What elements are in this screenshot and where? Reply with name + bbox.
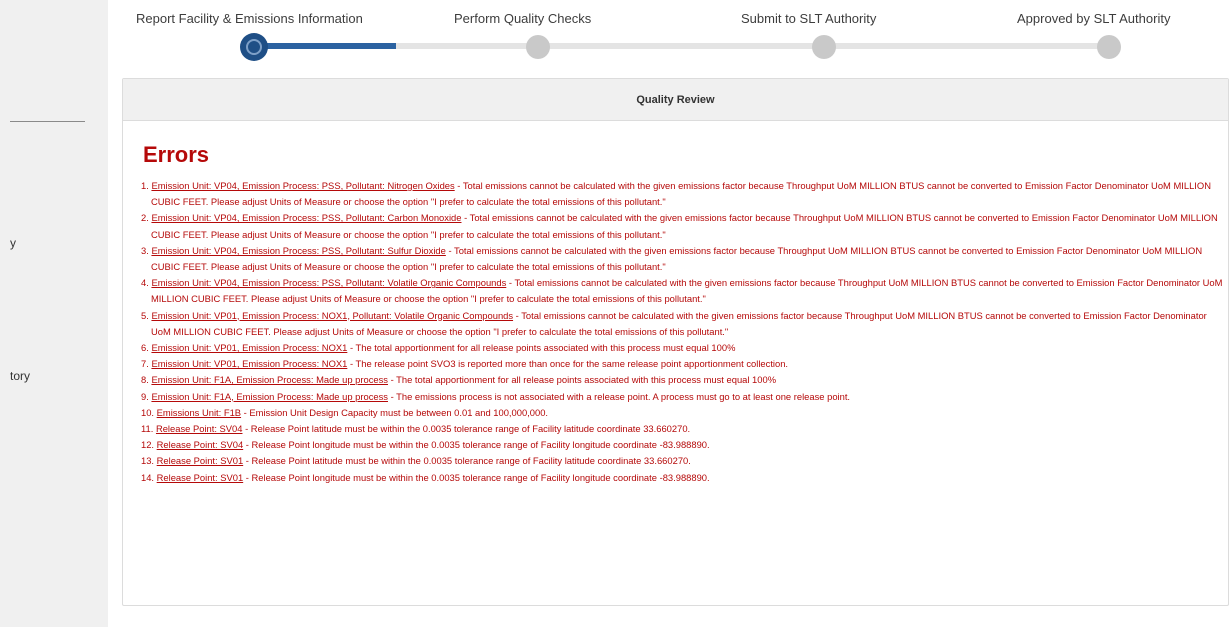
step-dot-quality-checks[interactable] <box>526 35 550 59</box>
list-item: 14. Release Point: SV01 - Release Point … <box>141 470 1223 486</box>
error-number: 9. <box>141 390 149 402</box>
error-link[interactable]: Emission Unit: VP04, Emission Process: P… <box>151 277 506 288</box>
list-item: 13. Release Point: SV01 - Release Point … <box>141 453 1223 469</box>
error-link[interactable]: Emissions Unit: F1B <box>157 407 241 418</box>
errors-heading: Errors <box>143 142 210 167</box>
error-number: 2. <box>141 212 149 224</box>
error-number: 12. <box>141 439 155 451</box>
error-link[interactable]: Emission Unit: VP01, Emission Process: N… <box>151 342 347 353</box>
stepper-track-remaining <box>396 43 1108 49</box>
sidebar-item-fragment[interactable]: tory <box>10 369 30 383</box>
error-link[interactable]: Emission Unit: VP04, Emission Process: P… <box>151 180 454 191</box>
card-title: Quality Review <box>636 93 715 106</box>
error-message: - Release Point longitude must be within… <box>243 471 710 483</box>
error-number: 13. <box>141 455 155 467</box>
error-link[interactable]: Release Point: SV04 <box>156 423 243 434</box>
list-item: 2. Emission Unit: VP04, Emission Process… <box>141 210 1223 242</box>
step-label-submit: Submit to SLT Authority <box>741 11 877 26</box>
list-item: 12. Release Point: SV04 - Release Point … <box>141 437 1223 453</box>
step-dot-approved[interactable] <box>1097 35 1121 59</box>
step-label-quality-checks: Perform Quality Checks <box>454 11 592 26</box>
step-label-report: Report Facility & Emissions Information <box>136 11 363 26</box>
error-message: - Release Point latitude must be within … <box>243 455 691 467</box>
sidebar: y tory <box>0 0 108 627</box>
error-number: 1. <box>141 180 149 191</box>
error-number: 7. <box>141 358 149 370</box>
stepper-track-complete <box>254 43 396 49</box>
sidebar-divider <box>10 121 85 122</box>
error-message: - Release Point longitude must be within… <box>243 439 710 451</box>
error-link[interactable]: Release Point: SV01 <box>157 455 244 466</box>
error-link[interactable]: Emission Unit: VP04, Emission Process: P… <box>151 245 445 256</box>
list-item: 5. Emission Unit: VP01, Emission Process… <box>141 308 1223 340</box>
error-number: 6. <box>141 342 149 354</box>
error-link[interactable]: Release Point: SV04 <box>157 439 244 450</box>
list-item: 6. Emission Unit: VP01, Emission Process… <box>141 340 1223 356</box>
list-item: 4. Emission Unit: VP04, Emission Process… <box>141 275 1223 307</box>
error-number: 10. <box>141 406 155 418</box>
error-message: - The release point SVO3 is reported mor… <box>347 358 789 370</box>
error-number: 4. <box>141 277 149 289</box>
error-number: 3. <box>141 244 149 256</box>
list-item: 9. Emission Unit: F1A, Emission Process:… <box>141 389 1223 405</box>
error-number: 14. <box>141 471 155 483</box>
error-message: - The total apportionment for all releas… <box>347 342 736 354</box>
list-item: 1. Emission Unit: VP04, Emission Process… <box>141 178 1223 210</box>
error-number: 11. <box>141 423 154 435</box>
error-message: - The emissions process is not associate… <box>387 390 851 402</box>
quality-review-card: Quality Review Errors 1. Emission Unit: … <box>122 78 1229 606</box>
progress-stepper: Report Facility & Emissions Information … <box>108 0 1230 75</box>
list-item: 7. Emission Unit: VP01, Emission Process… <box>141 356 1223 372</box>
step-dot-submit[interactable] <box>812 35 836 59</box>
error-link[interactable]: Emission Unit: F1A, Emission Process: Ma… <box>151 391 388 402</box>
list-item: 3. Emission Unit: VP04, Emission Process… <box>141 243 1223 275</box>
list-item: 8. Emission Unit: F1A, Emission Process:… <box>141 372 1223 388</box>
error-link[interactable]: Emission Unit: VP01, Emission Process: N… <box>151 310 513 321</box>
sidebar-item-fragment[interactable]: y <box>10 236 16 250</box>
error-link[interactable]: Emission Unit: VP01, Emission Process: N… <box>151 358 347 369</box>
list-item: 11. Release Point: SV04 - Release Point … <box>141 421 1223 437</box>
error-message: - Emission Unit Design Capacity must be … <box>241 406 549 418</box>
step-label-approved: Approved by SLT Authority <box>1017 11 1171 26</box>
list-item: 10. Emissions Unit: F1B - Emission Unit … <box>141 405 1223 421</box>
step-dot-report[interactable] <box>242 35 266 59</box>
error-link[interactable]: Release Point: SV01 <box>157 472 244 483</box>
error-message: - Release Point latitude must be within … <box>242 423 691 435</box>
error-message: - The total apportionment for all releas… <box>387 374 777 386</box>
error-number: 5. <box>141 309 149 321</box>
card-header: Quality Review <box>123 79 1228 121</box>
error-link[interactable]: Emission Unit: F1A, Emission Process: Ma… <box>151 374 388 385</box>
error-list: 1. Emission Unit: VP04, Emission Process… <box>141 178 1223 486</box>
error-link[interactable]: Emission Unit: VP04, Emission Process: P… <box>151 212 461 223</box>
error-number: 8. <box>141 374 149 386</box>
